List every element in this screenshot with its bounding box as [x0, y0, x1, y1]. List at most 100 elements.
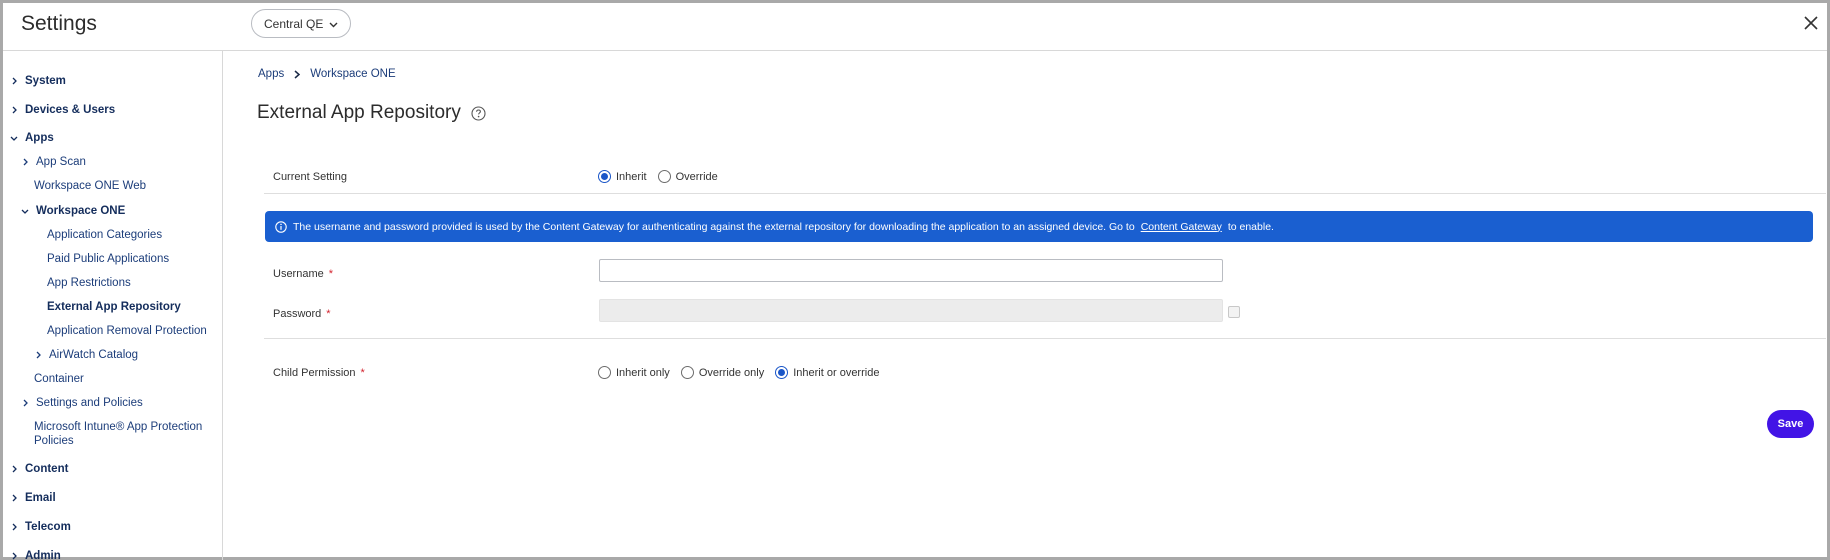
- sidebar-item-devices-users[interactable]: Devices & Users: [9, 103, 115, 117]
- breadcrumb-apps[interactable]: Apps: [258, 68, 284, 80]
- sidebar-item-external-app-repository[interactable]: External App Repository: [47, 300, 181, 314]
- sidebar-item-label: Application Categories: [47, 229, 163, 241]
- radio-label: Override only: [698, 366, 765, 379]
- sidebar-item-telecom[interactable]: Telecom: [9, 520, 71, 534]
- sidebar-item-label: Paid Public Applications: [47, 253, 170, 265]
- chevron-down-icon: [20, 204, 30, 218]
- divider: [264, 338, 1826, 339]
- username-label: Username *: [273, 268, 333, 280]
- content-gateway-link[interactable]: Content Gateway: [1141, 221, 1222, 233]
- chevron-right-icon: [294, 69, 301, 79]
- sidebar-item-container[interactable]: Container: [34, 372, 84, 386]
- sidebar-item-application-categories[interactable]: Application Categories: [47, 228, 162, 242]
- radio-label: Inherit: [616, 170, 647, 183]
- radio-unselected-icon: [680, 366, 694, 379]
- sidebar-item-app-restrictions[interactable]: App Restrictions: [47, 276, 131, 290]
- sidebar-item-label: Admin: [25, 550, 61, 560]
- breadcrumb-workspace-one[interactable]: Workspace ONE: [310, 68, 395, 80]
- child-permission-label: Child Permission *: [273, 367, 365, 379]
- settings-window: Settings Central QE System Devices & Use…: [0, 0, 1830, 560]
- sidebar-item-settings-and-policies[interactable]: Settings and Policies: [20, 396, 143, 410]
- radio-label: Override: [675, 170, 718, 183]
- sidebar-item-label: Content: [25, 463, 69, 475]
- sidebar-item-label: Workspace ONE Web: [34, 180, 147, 192]
- sidebar-item-workspace-one[interactable]: Workspace ONE: [20, 204, 125, 218]
- close-icon: [1804, 15, 1818, 35]
- breadcrumb: Apps Workspace ONE: [258, 68, 396, 80]
- radio-selected-icon: [775, 366, 789, 379]
- child-permission-inherit-or-override-radio[interactable]: Inherit or override: [775, 366, 879, 379]
- chevron-right-icon: [9, 462, 19, 476]
- sidebar-item-paid-public-applications[interactable]: Paid Public Applications: [47, 252, 169, 266]
- sidebar-item-label: Telecom: [25, 521, 71, 533]
- sidebar-item-label: App Restrictions: [47, 277, 131, 289]
- sidebar-item-admin[interactable]: Admin: [9, 549, 61, 560]
- sidebar-item-label: Microsoft Intune® App Protection Policie…: [34, 421, 203, 447]
- chevron-right-icon: [20, 396, 30, 410]
- child-permission-override-only-radio[interactable]: Override only: [680, 366, 765, 379]
- child-permission-label-text: Child Permission: [273, 367, 356, 379]
- sidebar-item-label: Settings and Policies: [36, 397, 143, 409]
- required-mark: *: [326, 308, 331, 320]
- sidebar-item-label: Workspace ONE: [36, 205, 126, 217]
- sidebar-item-airwatch-catalog[interactable]: AirWatch Catalog: [33, 348, 138, 362]
- sidebar-item-app-scan[interactable]: App Scan: [20, 155, 86, 169]
- password-label: Password *: [273, 308, 331, 320]
- chevron-right-icon: [9, 549, 19, 560]
- organization-picker[interactable]: Central QE: [251, 9, 352, 38]
- current-setting-inherit-radio[interactable]: Inherit: [598, 170, 647, 183]
- header-bar: Settings Central QE: [3, 3, 1827, 51]
- sidebar-item-content[interactable]: Content: [9, 462, 68, 476]
- sidebar-item-label: Devices & Users: [25, 104, 116, 116]
- chevron-down-icon: [329, 17, 338, 31]
- required-mark: *: [360, 367, 365, 379]
- sidebar-item-label: System: [25, 75, 66, 87]
- radio-label: Inherit only: [616, 366, 670, 379]
- info-icon: [275, 220, 287, 233]
- current-setting-radio-group: Inherit Override: [598, 170, 729, 183]
- radio-label: Inherit or override: [793, 366, 880, 379]
- sidebar-item-application-removal-protection[interactable]: Application Removal Protection: [47, 324, 207, 338]
- sidebar-item-label: Container: [34, 373, 84, 385]
- help-icon[interactable]: [471, 105, 486, 121]
- close-button[interactable]: [1799, 13, 1823, 37]
- chevron-right-icon: [9, 103, 19, 117]
- page-title-text: External App Repository: [257, 102, 461, 123]
- sidebar-item-system[interactable]: System: [9, 74, 66, 88]
- sidebar-nav: System Devices & Users Apps App Scan Wor…: [3, 51, 223, 560]
- chevron-right-icon: [33, 348, 43, 362]
- sidebar-item-apps[interactable]: Apps: [9, 131, 54, 145]
- radio-unselected-icon: [657, 170, 671, 183]
- radio-selected-icon: [598, 170, 611, 183]
- sidebar-item-microsoft-intune[interactable]: Microsoft Intune® App Protection Policie…: [34, 420, 214, 448]
- radio-unselected-icon: [598, 366, 611, 379]
- sidebar-item-label: AirWatch Catalog: [49, 349, 139, 361]
- sidebar-item-label: App Scan: [36, 156, 86, 168]
- organization-picker-label: Central QE: [264, 16, 324, 31]
- banner-text: The username and password provided is us…: [293, 220, 1135, 233]
- required-mark: *: [328, 268, 334, 280]
- save-button[interactable]: Save: [1767, 410, 1814, 438]
- show-password-checkbox[interactable]: [1228, 306, 1240, 318]
- password-input[interactable]: [599, 299, 1223, 322]
- page-title: External App Repository: [257, 102, 486, 124]
- current-setting-label: Current Setting: [273, 171, 347, 183]
- chevron-right-icon: [9, 74, 19, 88]
- app-title: Settings: [21, 12, 97, 35]
- chevron-right-icon: [20, 155, 30, 169]
- sidebar-item-label: Application Removal Protection: [47, 325, 207, 337]
- sidebar-item-email[interactable]: Email: [9, 491, 56, 505]
- current-setting-override-radio[interactable]: Override: [657, 170, 718, 183]
- chevron-right-icon: [9, 520, 19, 534]
- sidebar-item-workspace-one-web[interactable]: Workspace ONE Web: [34, 179, 146, 193]
- child-permission-radio-group: Inherit only Override only Inherit or ov…: [598, 366, 890, 379]
- username-input[interactable]: [599, 259, 1223, 282]
- sidebar-item-label: External App Repository: [47, 301, 181, 313]
- info-banner: The username and password provided is us…: [265, 211, 1813, 242]
- sidebar-item-label: Apps: [25, 132, 54, 144]
- chevron-right-icon: [9, 491, 19, 505]
- username-label-text: Username: [273, 268, 324, 280]
- child-permission-inherit-only-radio[interactable]: Inherit only: [598, 366, 670, 379]
- main-content: Apps Workspace ONE External App Reposito…: [224, 51, 1827, 560]
- divider: [264, 193, 1826, 194]
